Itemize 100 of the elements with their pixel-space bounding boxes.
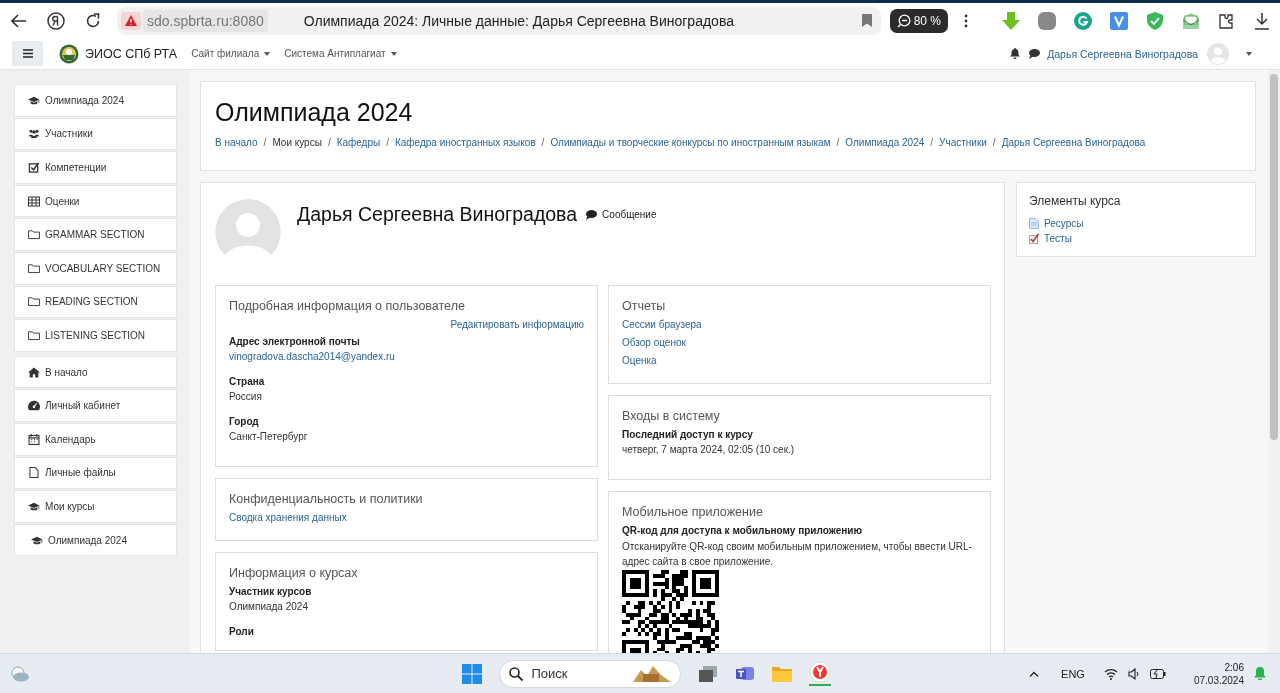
- field-label: Роли: [229, 626, 255, 637]
- nav-dropdown[interactable]: Система Антиплагиат: [284, 48, 397, 59]
- zoom-badge[interactable]: 80 %: [889, 8, 948, 33]
- scrollbar[interactable]: [1268, 70, 1280, 653]
- nav-dropdown[interactable]: Сайт филиала: [191, 48, 271, 59]
- sidebar-nav-item[interactable]: Календарь: [14, 422, 177, 456]
- user-menu-link[interactable]: Дарья Сергеевна Виноградова: [1047, 47, 1198, 60]
- folder-icon: [28, 262, 40, 274]
- breadcrumb-separator: /: [930, 137, 934, 148]
- extension-icon[interactable]: [1038, 11, 1056, 30]
- document-icon: [1029, 218, 1039, 229]
- card-title: Конфиденциальность и политики: [229, 492, 424, 506]
- start-icon[interactable]: [461, 663, 482, 684]
- puzzle-icon[interactable]: [1218, 11, 1236, 30]
- edit-profile-link[interactable]: Редактировать информацию: [229, 319, 584, 330]
- file-icon: [28, 467, 40, 479]
- sidebar-nav-item[interactable]: Личные файлы: [14, 456, 177, 490]
- field-label: Последний доступ к курсу: [622, 429, 754, 440]
- breadcrumb-link[interactable]: Кафедра иностранных языков: [395, 137, 536, 148]
- folder-icon: [28, 229, 40, 241]
- card-title: Входы в систему: [622, 409, 721, 423]
- field-value-link[interactable]: vinogradova.dascha2014@yandex.ru: [229, 351, 584, 362]
- team-chat-icon[interactable]: [734, 664, 755, 683]
- back-icon[interactable]: [11, 13, 27, 28]
- menu-icon[interactable]: [12, 41, 43, 66]
- language-indicator[interactable]: ENG: [1061, 667, 1085, 680]
- card-link[interactable]: Обзор оценок: [622, 337, 977, 348]
- address-bar[interactable]: sdo.spbrta.ru:8080 Олимпиада 2024: Личные данные: Дарья Сергеевна Виноградова: [117, 6, 881, 35]
- sidebar-nav-item[interactable]: Компетенции: [14, 151, 177, 184]
- home-icon: [28, 366, 40, 378]
- caret-icon: [264, 51, 271, 56]
- more-icon[interactable]: [964, 13, 968, 28]
- breadcrumb-link[interactable]: Участники: [939, 137, 987, 148]
- dashboard-icon: [28, 400, 40, 412]
- graduation-cap-icon: [31, 534, 43, 546]
- volume-icon[interactable]: [1127, 667, 1140, 680]
- shield-icon[interactable]: [1146, 11, 1164, 30]
- sidebar-nav-item[interactable]: GRAMMAR SECTION: [14, 218, 177, 251]
- breadcrumb-link[interactable]: Олимпиады и творческие конкурсы по иностранным языкам: [550, 137, 831, 148]
- mail-icon[interactable]: [1182, 11, 1200, 30]
- breadcrumb-link[interactable]: В начало: [215, 137, 258, 148]
- breadcrumb-separator: /: [836, 137, 840, 148]
- sidebar-nav-item[interactable]: VOCABULARY SECTION: [14, 251, 177, 285]
- sidebar-nav-item[interactable]: READING SECTION: [14, 285, 177, 319]
- breadcrumb-link[interactable]: Дарья Сергеевна Виноградова: [1001, 137, 1146, 148]
- chevron-up-icon[interactable]: [1029, 670, 1040, 677]
- breadcrumb-link[interactable]: Кафедры: [336, 137, 381, 148]
- message-link[interactable]: Сообщение: [586, 209, 657, 220]
- sidebar-nav-item[interactable]: Участники: [14, 117, 177, 151]
- extension-icon[interactable]: [1074, 11, 1092, 30]
- download-icon[interactable]: [1254, 11, 1270, 30]
- extension-icon[interactable]: [1110, 11, 1128, 30]
- chat-icon: [586, 209, 598, 220]
- sidebar-nav-item[interactable]: В начало: [14, 355, 177, 389]
- card-title: Информация о курсах: [229, 566, 359, 580]
- graduation-cap-icon: [28, 94, 40, 106]
- notification-icon[interactable]: [1010, 48, 1021, 59]
- search-icon: [508, 666, 523, 681]
- task-view-icon[interactable]: [697, 664, 718, 683]
- breadcrumb-link[interactable]: Олимпиада 2024: [845, 137, 925, 148]
- field-value: Россия: [229, 391, 263, 402]
- clock[interactable]: 2:06 07.03.2024: [1193, 660, 1244, 687]
- warning-icon: [121, 11, 141, 30]
- field-value: Олимпиада 2024: [229, 601, 309, 612]
- sidebar-nav-item[interactable]: LISTENING SECTION: [14, 319, 177, 352]
- wifi-icon[interactable]: [1103, 667, 1118, 680]
- card-link[interactable]: Оценка: [622, 355, 977, 366]
- users-icon: [28, 128, 40, 140]
- circle-logo-icon[interactable]: [47, 11, 65, 30]
- avatar-placeholder-icon: [215, 199, 281, 265]
- folder-icon: [28, 296, 40, 308]
- folder-icon: [28, 329, 40, 341]
- browser-icon[interactable]: [808, 661, 831, 686]
- taskbar-search-field[interactable]: Поиск: [498, 659, 681, 688]
- course-element-link[interactable]: Ресурсы: [1029, 218, 1243, 229]
- sidebar-nav-item[interactable]: Личный кабинет: [14, 389, 177, 422]
- site-name[interactable]: ЭИОС СПб РТА: [85, 46, 178, 61]
- sidebar-nav-item[interactable]: Оценки: [14, 184, 177, 218]
- battery-icon[interactable]: [1149, 668, 1166, 679]
- breadcrumb-separator: /: [541, 137, 545, 148]
- field-value: четверг, 7 марта 2024, 02:05 (10 сек.): [622, 444, 796, 455]
- card-link[interactable]: Сводка хранения данных: [229, 512, 584, 523]
- bookmark-icon[interactable]: [861, 14, 872, 27]
- card-title: Отчеты: [622, 299, 667, 313]
- sidebar-nav-item[interactable]: Олимпиада 2024: [14, 84, 177, 117]
- card-title: Элементы курса: [1029, 194, 1122, 208]
- breadcrumb-separator: /: [263, 137, 267, 148]
- caret-icon[interactable]: [1246, 51, 1252, 56]
- sidebar-nav-item[interactable]: Мои курсы: [14, 490, 177, 523]
- scrollbar-thumb[interactable]: [1270, 74, 1278, 440]
- card-link[interactable]: Сессии браузера: [622, 319, 977, 330]
- breadcrumb-separator: /: [992, 137, 996, 148]
- emblem-icon: [59, 43, 79, 64]
- field-label: Участник курсов: [229, 586, 313, 597]
- card-title: Подробная информация о пользователе: [229, 299, 466, 313]
- sidebar-nav-item[interactable]: Олимпиада 2024: [14, 523, 177, 557]
- chat-icon[interactable]: [1029, 48, 1041, 59]
- reload-icon[interactable]: [85, 12, 101, 29]
- checkbox-icon: [28, 162, 40, 173]
- course-element-link[interactable]: Тесты: [1029, 233, 1243, 244]
